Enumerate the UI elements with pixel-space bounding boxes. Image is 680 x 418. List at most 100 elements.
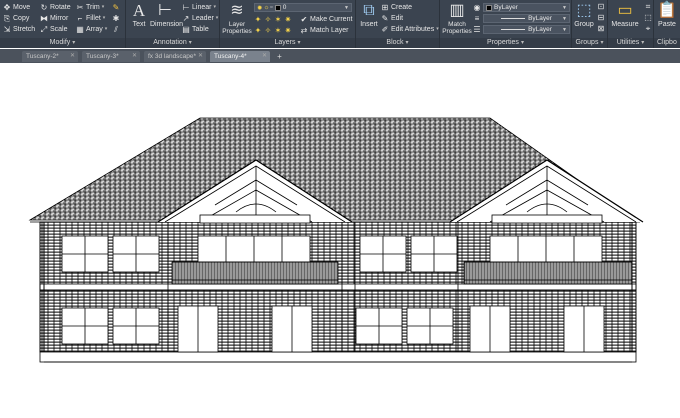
- offset-icon: ⫽: [114, 24, 118, 34]
- properties-linetype-icon: ≡: [474, 14, 480, 23]
- drawing-canvas[interactable]: [0, 63, 680, 418]
- tab-tuscany-4[interactable]: Tuscany-4* ✕: [210, 51, 270, 62]
- layer-thaw-icon[interactable]: ✧: [264, 26, 272, 35]
- groups-panel-title[interactable]: Groups ▾: [572, 38, 607, 48]
- quick-calc-icon[interactable]: ⌗: [644, 3, 652, 11]
- group-button[interactable]: ⬚ Group: [574, 2, 594, 29]
- explode-icon: ✱: [112, 13, 120, 23]
- layers-panel-title[interactable]: Layers ▾: [220, 38, 355, 48]
- utilities-panel: ▭ Measure ⌗ ⬚ ⌖ Utilities ▾: [608, 0, 654, 48]
- close-icon[interactable]: ✕: [198, 51, 203, 62]
- color-dropdown[interactable]: ByLayer ▼: [483, 3, 570, 12]
- tab-3d-landscape[interactable]: fx 3d landscape* ✕: [144, 51, 206, 62]
- rotate-button[interactable]: ↻ Rotate: [40, 2, 71, 13]
- layer-dropdown-arrow-icon: ▼: [344, 4, 349, 11]
- linear-button[interactable]: ⊢ Linear ▾: [182, 2, 216, 13]
- edit-attributes-button[interactable]: ✐ Edit Attributes ▾: [381, 24, 439, 35]
- layer-unlock-icon[interactable]: ✶: [274, 26, 282, 35]
- layer-unisolate-icon[interactable]: ✦: [254, 26, 262, 35]
- scale-button[interactable]: ⤢ Scale: [40, 24, 68, 35]
- layer-walk-icon[interactable]: ✷: [284, 26, 292, 35]
- explode-button[interactable]: ✱: [112, 13, 120, 24]
- layer-properties-button[interactable]: ≋ Layer Properties: [222, 2, 252, 35]
- move-icon: ✥: [3, 2, 11, 12]
- layer-tools-row-1: ✦ ✧ ✶ ✷: [254, 14, 292, 25]
- clipboard-panel: 📋 Paste Clipbo: [654, 0, 680, 48]
- offset-button[interactable]: ⫽: [112, 24, 120, 35]
- group-edit-icon[interactable]: ⊟: [597, 14, 605, 22]
- properties-panel: ▥ Match Properties ◉ ≡ ☰ ByLayer ▼ ByLay…: [440, 0, 572, 48]
- measure-button[interactable]: ▭ Measure: [610, 2, 640, 29]
- layer-off-icon[interactable]: ✦: [254, 15, 262, 24]
- match-layer-button[interactable]: ⇄ Match Layer: [300, 25, 349, 36]
- block-panel-title[interactable]: Block ▾: [356, 38, 439, 48]
- annotation-panel: A Text ⊢ Dimension ⊢ Linear ▾ ↗ Leader ▾ ▤ Ta…: [126, 0, 220, 48]
- close-icon[interactable]: ✕: [70, 51, 75, 62]
- annotation-panel-title[interactable]: Annotation ▾: [126, 38, 219, 48]
- table-icon: ▤: [182, 24, 190, 34]
- properties-color-icon: ◉: [473, 3, 481, 12]
- tab-tuscany-3[interactable]: Tuscany-3* ✕: [82, 51, 140, 62]
- linear-dimension-icon: ⊢: [182, 2, 190, 12]
- fillet-dropdown-icon: ▾: [102, 15, 106, 21]
- erase-button[interactable]: ✎: [112, 2, 120, 13]
- leader-icon: ↗: [182, 13, 190, 23]
- ribbon: ✥ Move ↻ Rotate ✂ Trim ▾ ✎ ⎘ Copy ⧓ Mirror ⌐ Fi…: [0, 0, 680, 48]
- edit-block-icon: ✎: [381, 13, 389, 23]
- table-button[interactable]: ▤ Table: [182, 24, 209, 35]
- edit-block-button[interactable]: ✎ Edit: [381, 13, 403, 24]
- close-icon[interactable]: ✕: [132, 51, 137, 62]
- mirror-button[interactable]: ⧓ Mirror: [40, 13, 68, 24]
- linetype-dropdown[interactable]: ByLayer ▼: [483, 14, 570, 23]
- mirror-icon: ⧓: [40, 13, 48, 23]
- match-properties-button[interactable]: ▥ Match Properties: [442, 2, 472, 35]
- layer-isolate-icon[interactable]: ✧: [264, 15, 272, 24]
- modify-panel-title[interactable]: Modify ▾: [0, 38, 125, 48]
- layer-lock-icon[interactable]: ✷: [284, 15, 292, 24]
- group-select-icon[interactable]: ⊠: [597, 25, 605, 33]
- layer-properties-icon: ≋: [230, 2, 244, 19]
- leader-dropdown-icon: ▾: [215, 15, 219, 21]
- edit-attributes-icon: ✐: [381, 24, 389, 34]
- properties-panel-title[interactable]: Properties ▾: [440, 38, 571, 48]
- groups-expand-icon: ▾: [600, 40, 604, 46]
- create-block-button[interactable]: ⊞ Create: [381, 2, 412, 13]
- make-current-icon: ✔: [300, 14, 308, 24]
- utilities-expand-icon: ▾: [641, 40, 645, 46]
- linetype-sample: [501, 18, 526, 19]
- paste-button[interactable]: 📋 Paste: [656, 2, 678, 29]
- copy-button[interactable]: ⎘ Copy: [3, 13, 30, 24]
- stretch-icon: ⇲: [3, 24, 11, 34]
- layer-dropdown[interactable]: ✹ ☼ ▫ 0 ▼: [254, 3, 352, 12]
- modify-panel: ✥ Move ↻ Rotate ✂ Trim ▾ ✎ ⎘ Copy ⧓ Mirror ⌐ Fi…: [0, 0, 126, 48]
- stretch-button[interactable]: ⇲ Stretch: [3, 24, 36, 35]
- clipboard-panel-title[interactable]: Clipbo: [654, 38, 680, 48]
- dimension-icon: ⊢: [158, 2, 172, 19]
- fillet-button[interactable]: ⌐ Fillet ▾: [76, 13, 106, 24]
- lineweight-dropdown[interactable]: ByLayer ▼: [483, 25, 570, 34]
- properties-expand-icon: ▾: [520, 40, 524, 46]
- dimension-button[interactable]: ⊢ Dimension: [150, 2, 183, 29]
- group-icon: ⬚: [576, 2, 592, 19]
- lock-icon: ▫: [270, 4, 273, 11]
- text-button[interactable]: A Text: [129, 2, 149, 29]
- move-button[interactable]: ✥ Move: [3, 2, 30, 13]
- array-button[interactable]: ▦ Array ▾: [76, 24, 107, 35]
- close-icon[interactable]: ✕: [262, 51, 267, 62]
- building-elevation-drawing: [28, 117, 644, 363]
- insert-button[interactable]: ⧉ Insert: [359, 2, 379, 29]
- trim-button[interactable]: ✂ Trim ▾: [76, 2, 105, 13]
- leader-button[interactable]: ↗ Leader ▾: [182, 13, 219, 24]
- tab-tuscany-2[interactable]: Tuscany-2* ✕: [22, 51, 78, 62]
- make-current-button[interactable]: ✔ Make Current: [300, 14, 353, 25]
- match-properties-icon: ▥: [449, 2, 465, 19]
- layer-freeze-icon[interactable]: ✶: [274, 15, 282, 24]
- utilities-panel-title[interactable]: Utilities ▾: [608, 38, 653, 48]
- select-all-icon[interactable]: ⬚: [644, 14, 652, 22]
- paste-icon: 📋: [657, 2, 677, 19]
- rotate-icon: ↻: [40, 2, 48, 12]
- id-point-icon[interactable]: ⌖: [644, 25, 652, 33]
- modify-expand-icon: ▾: [72, 40, 76, 46]
- new-tab-plus-icon[interactable]: +: [274, 51, 285, 62]
- ungroup-icon[interactable]: ⊡: [597, 3, 605, 11]
